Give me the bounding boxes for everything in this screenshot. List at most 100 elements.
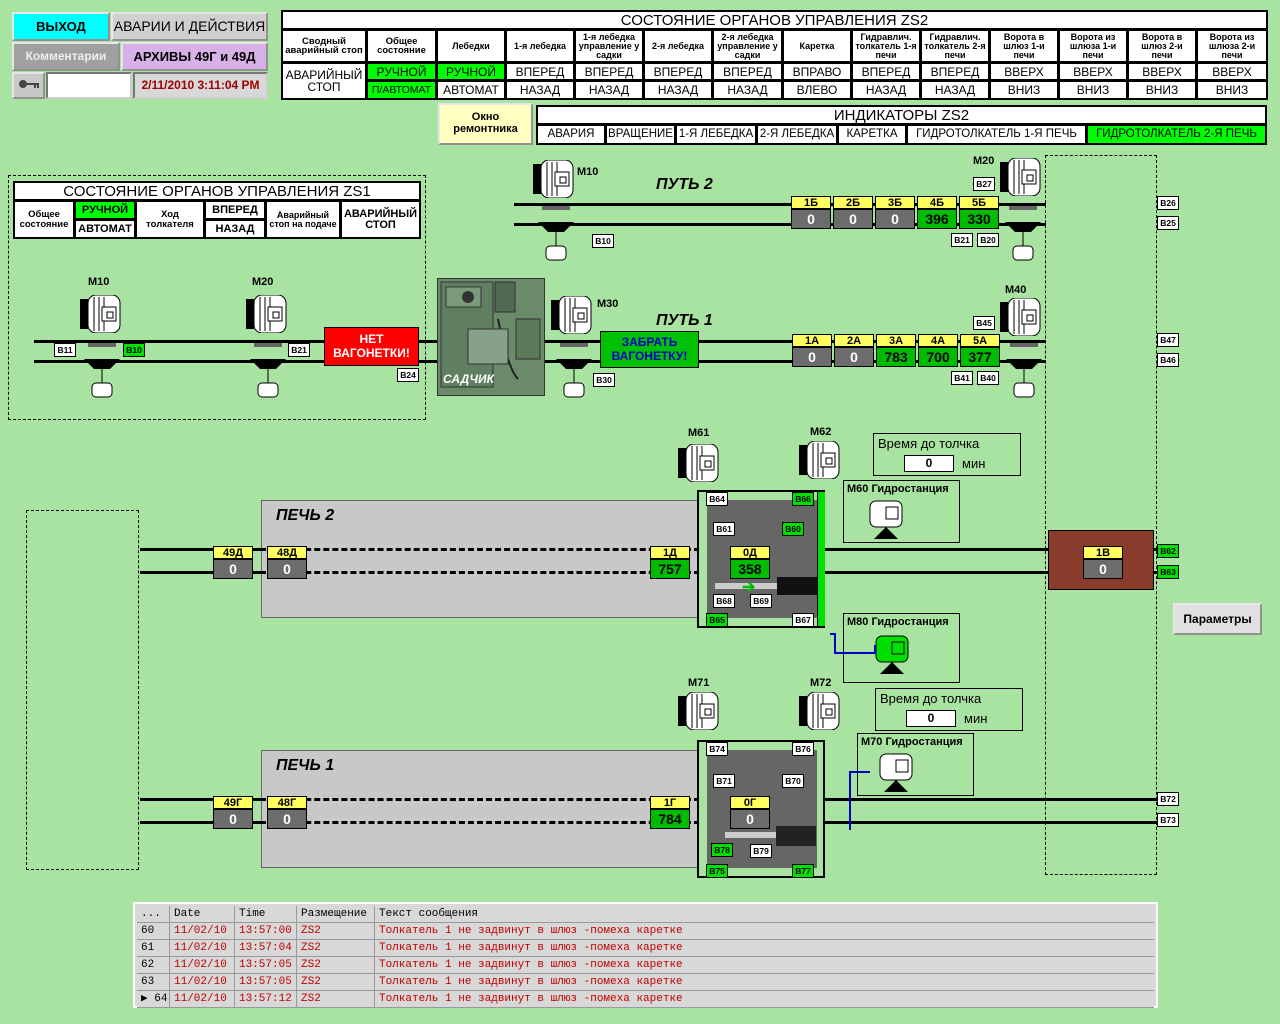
zs2-header-5: 2-я лебедка <box>644 30 712 62</box>
gauge-path1-2-label: 3А <box>876 334 916 347</box>
exit-button[interactable]: ВЫХОД <box>12 12 110 41</box>
sensor-b40: B40 <box>977 371 999 385</box>
sensor-b74: B74 <box>706 742 728 756</box>
oven2-timer-value: 0 <box>904 455 954 472</box>
log-row[interactable]: 60 11/02/10 13:57:00 ZS2 Толкатель 1 не задв… <box>137 923 1154 940</box>
sensor-b11: B11 <box>54 343 76 357</box>
log-row[interactable]: 61 11/02/10 13:57:04 ZS2 Толкатель 1 не задв… <box>137 940 1154 957</box>
sensor-b25: B25 <box>1157 216 1179 230</box>
log-header-date[interactable]: Date <box>170 906 235 922</box>
log-date: 11/02/10 <box>170 923 235 939</box>
oven1-pusher[interactable] <box>776 826 816 846</box>
zs2-value-4-b: НАЗАД <box>575 81 643 99</box>
sensor-b77: B77 <box>792 864 814 878</box>
sensor-b66: B66 <box>792 492 814 506</box>
log-index: 63 <box>137 974 170 990</box>
gauge-oven2-49-label: 49Д <box>213 546 253 559</box>
oven1-timer-value: 0 <box>906 710 956 727</box>
log-row[interactable]: 63 11/02/10 13:57:05 ZS2 Толкатель 1 не задв… <box>137 974 1154 991</box>
log-row[interactable]: ▶ 64 11/02/10 13:57:12 ZS2 Толкатель 1 не за… <box>137 991 1154 1008</box>
oven2-pusher[interactable] <box>777 577 817 595</box>
gauge-oven1-1-value: 784 <box>650 809 690 829</box>
gauge-oven2-48: 48Д 0 <box>267 546 307 582</box>
zs2-value-5-a: ВПЕРЕД <box>644 63 712 80</box>
log-header-message[interactable]: Текст сообщения <box>375 906 1154 922</box>
zs2-value-8-a: ВПЕРЕД <box>852 63 920 80</box>
zs2-value-7-a: ВПРАВО <box>783 63 851 80</box>
motor-m20-zs1[interactable] <box>246 294 288 334</box>
motor-m10-path2-label: M10 <box>577 166 599 178</box>
log-row[interactable]: 62 11/02/10 13:57:05 ZS2 Толкатель 1 не задв… <box>137 957 1154 974</box>
gauge-oven2-48-label: 48Д <box>267 546 307 559</box>
key-icon <box>18 79 40 93</box>
gauge-path2-1-label: 2Б <box>833 196 873 209</box>
winch-zs1-mid <box>246 343 290 403</box>
zs2-value-4-a: ВПЕРЕД <box>575 63 643 80</box>
zs2-value-5-b: НАЗАД <box>644 81 712 99</box>
zs2-value-3-a: ВПЕРЕД <box>506 63 574 80</box>
motor-m71[interactable] <box>678 691 720 731</box>
log-date: 11/02/10 <box>170 974 235 990</box>
gauge-path2-2: 3Б 0 <box>875 196 915 232</box>
gauge-oven2-1-value: 757 <box>650 559 690 579</box>
comments-button[interactable]: Комментарии <box>12 42 120 71</box>
motor-m40[interactable] <box>1000 297 1042 337</box>
sensor-b68: B68 <box>713 594 735 608</box>
gauge-oven1-0-value: 0 <box>730 809 770 829</box>
alarms-actions-button[interactable]: АВАРИИ И ДЕЙСТВИЯ <box>111 12 268 41</box>
log-message: Толкатель 1 не задвинут в шлюз -помеха к… <box>379 925 683 937</box>
loader-machine[interactable]: САДЧИК <box>437 278 545 396</box>
gauge-path1-4-value: 377 <box>960 347 1000 367</box>
motor-m20-path2-label: M20 <box>973 155 995 167</box>
gauge-path1-3-label: 4А <box>918 334 958 347</box>
key-button[interactable] <box>12 72 45 99</box>
zs2-header-0: Сводный аварийный стоп <box>282 30 366 62</box>
log-time: 13:57:04 <box>235 940 297 956</box>
indicator-0: АВАРИЯ <box>537 125 605 144</box>
sensor-b71: B71 <box>713 774 735 788</box>
motor-m72[interactable] <box>799 691 841 731</box>
motor-m62[interactable] <box>799 440 841 480</box>
log-time: 13:57:12 <box>235 991 297 1007</box>
parameters-button[interactable]: Параметры <box>1173 603 1262 635</box>
gauge-path1-0: 1А 0 <box>792 334 832 370</box>
gauge-path1-0-value: 0 <box>792 347 832 367</box>
gauge-path2-2-value: 0 <box>875 209 915 229</box>
hydro-m60[interactable]: М60 Гидростанция <box>843 480 960 543</box>
motor-m20-path2[interactable] <box>1000 157 1042 197</box>
motor-m61[interactable] <box>678 443 720 483</box>
sensor-b27: B27 <box>973 177 995 191</box>
oven2-rail-top-dashed <box>260 548 700 551</box>
zs2-header-11: Ворота из шлюза 1-и печи <box>1059 30 1127 62</box>
gauge-path1-3: 4А 700 <box>918 334 958 370</box>
zs2-value-2-a: РУЧНОЙ <box>437 63 505 80</box>
log-header-index[interactable]: ... <box>137 906 170 922</box>
sensor-b78: B78 <box>711 843 733 857</box>
archives-button[interactable]: АРХИВЫ 49Г и 49Д <box>121 42 268 71</box>
message-log[interactable]: ... Date Time Размещение Текст сообщения… <box>133 902 1158 1008</box>
motor-m30-label: M30 <box>597 298 619 310</box>
motor-m10-zs1[interactable] <box>80 294 122 334</box>
log-header-location[interactable]: Размещение <box>297 906 375 922</box>
zs2-value-1-a: РУЧНОЙ <box>367 63 436 80</box>
indicators-title: ИНДИКАТОРЫ ZS2 <box>537 106 1266 124</box>
log-header-time[interactable]: Time <box>235 906 297 922</box>
sensor-b73: B73 <box>1157 813 1179 827</box>
motor-m30[interactable] <box>551 295 593 335</box>
path1-label: ПУТЬ 1 <box>656 312 713 329</box>
gauge-path2-4: 5Б 330 <box>959 196 999 232</box>
sensor-b26: B26 <box>1157 196 1179 210</box>
zs2-value-6-b: НАЗАД <box>713 81 782 99</box>
zs2-header-4: 1-я лебедка управление у садки <box>575 30 643 62</box>
winch-zs1-left <box>80 343 124 403</box>
log-index: 60 <box>137 923 170 939</box>
zs2-header-7: Каретка <box>783 30 851 62</box>
loader-label: САДЧИК <box>443 372 494 386</box>
user-field[interactable] <box>46 72 132 99</box>
motor-m10-path2[interactable] <box>533 159 575 199</box>
oven2-timer-unit: мин <box>962 456 986 471</box>
zs1-estop-feed-header: Аварийный стоп на подаче <box>266 201 340 238</box>
motor-m40-label: M40 <box>1005 284 1027 296</box>
gauge-path2-3-value: 396 <box>917 209 957 229</box>
repair-window-button[interactable]: Окно ремонтника <box>438 103 533 145</box>
